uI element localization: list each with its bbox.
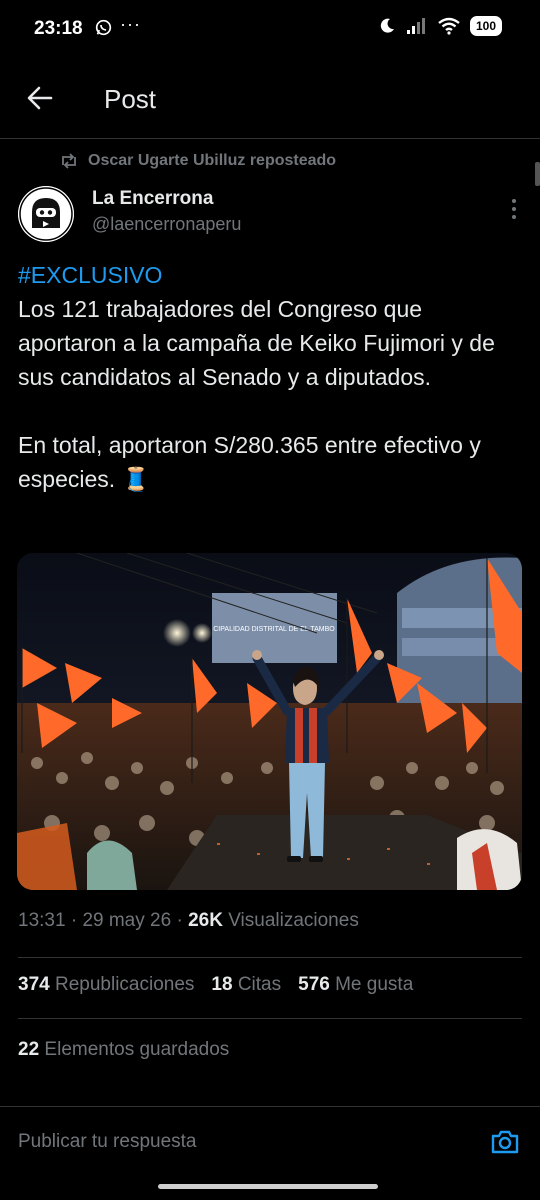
more-options-icon[interactable]: [510, 198, 518, 220]
status-time: 23:18: [34, 18, 83, 39]
la-encerrona-logo: [18, 186, 74, 242]
meta-separator: ·: [171, 910, 189, 931]
notification-dots: ···: [120, 14, 141, 34]
tweet-photo[interactable]: CIPALIDAD DISTRITAL DE EL TAMBO: [17, 553, 522, 890]
whatsapp-icon: [95, 19, 112, 36]
tweet-meta: 13:31 · 29 may 26 · 26K Visualizaciones: [18, 910, 359, 932]
quotes-stat[interactable]: 18 Citas: [211, 974, 281, 996]
tweet-text: #EXCLUSIVO Los 121 trabajadores del Cong…: [18, 258, 523, 496]
tweet-date: 29 may 26: [82, 910, 172, 931]
views-count[interactable]: 26K: [188, 910, 223, 931]
repost-text: Oscar Ugarte Ubilluz reposteado: [88, 152, 337, 169]
tweet-time: 13:31: [18, 910, 66, 931]
divider: [18, 957, 522, 958]
building-sign: CIPALIDAD DISTRITAL DE EL TAMBO: [213, 626, 335, 633]
repost-icon: [62, 153, 76, 169]
camera-icon[interactable]: [490, 1127, 520, 1157]
engagement-stats: 374 Republicaciones 18 Citas 576 Me gust…: [18, 974, 413, 996]
author-handle[interactable]: @laencerronaperu: [92, 214, 241, 235]
author-name[interactable]: La Encerrona: [92, 188, 213, 210]
back-arrow-icon[interactable]: [26, 84, 54, 112]
top-app-bar: Post: [0, 62, 540, 139]
hashtag-link[interactable]: #EXCLUSIVO: [18, 262, 162, 288]
views-label[interactable]: Visualizaciones: [228, 910, 359, 931]
likes-stat[interactable]: 576 Me gusta: [298, 974, 413, 996]
battery-indicator: 100: [469, 16, 502, 36]
status-bar: 23:18 ··· 100: [0, 0, 540, 60]
saved-count: 22: [18, 1039, 40, 1060]
repost-indicator[interactable]: Oscar Ugarte Ubilluz reposteado: [60, 152, 336, 170]
bookmarks-stat[interactable]: 22 Elementos guardados: [18, 1039, 229, 1061]
saved-label: Elementos guardados: [44, 1039, 230, 1060]
scrollbar[interactable]: [535, 162, 540, 186]
reply-composer[interactable]: Publicar tu respuesta: [0, 1106, 540, 1179]
reposts-stat[interactable]: 374 Republicaciones: [18, 974, 194, 996]
divider: [18, 1018, 522, 1019]
page-title: Post: [104, 84, 157, 114]
status-icons: 100: [378, 16, 502, 36]
meta-separator: ·: [65, 910, 83, 931]
avatar[interactable]: [18, 186, 74, 242]
gesture-nav-bar[interactable]: [158, 1184, 378, 1189]
tweet-body: Los 121 trabajadores del Congreso que ap…: [18, 296, 495, 492]
moon-icon: [380, 18, 394, 33]
rally-photo: CIPALIDAD DISTRITAL DE EL TAMBO: [17, 553, 522, 890]
wifi-icon: [438, 17, 460, 35]
reply-input[interactable]: Publicar tu respuesta: [18, 1131, 197, 1153]
signal-icon: [406, 18, 425, 34]
